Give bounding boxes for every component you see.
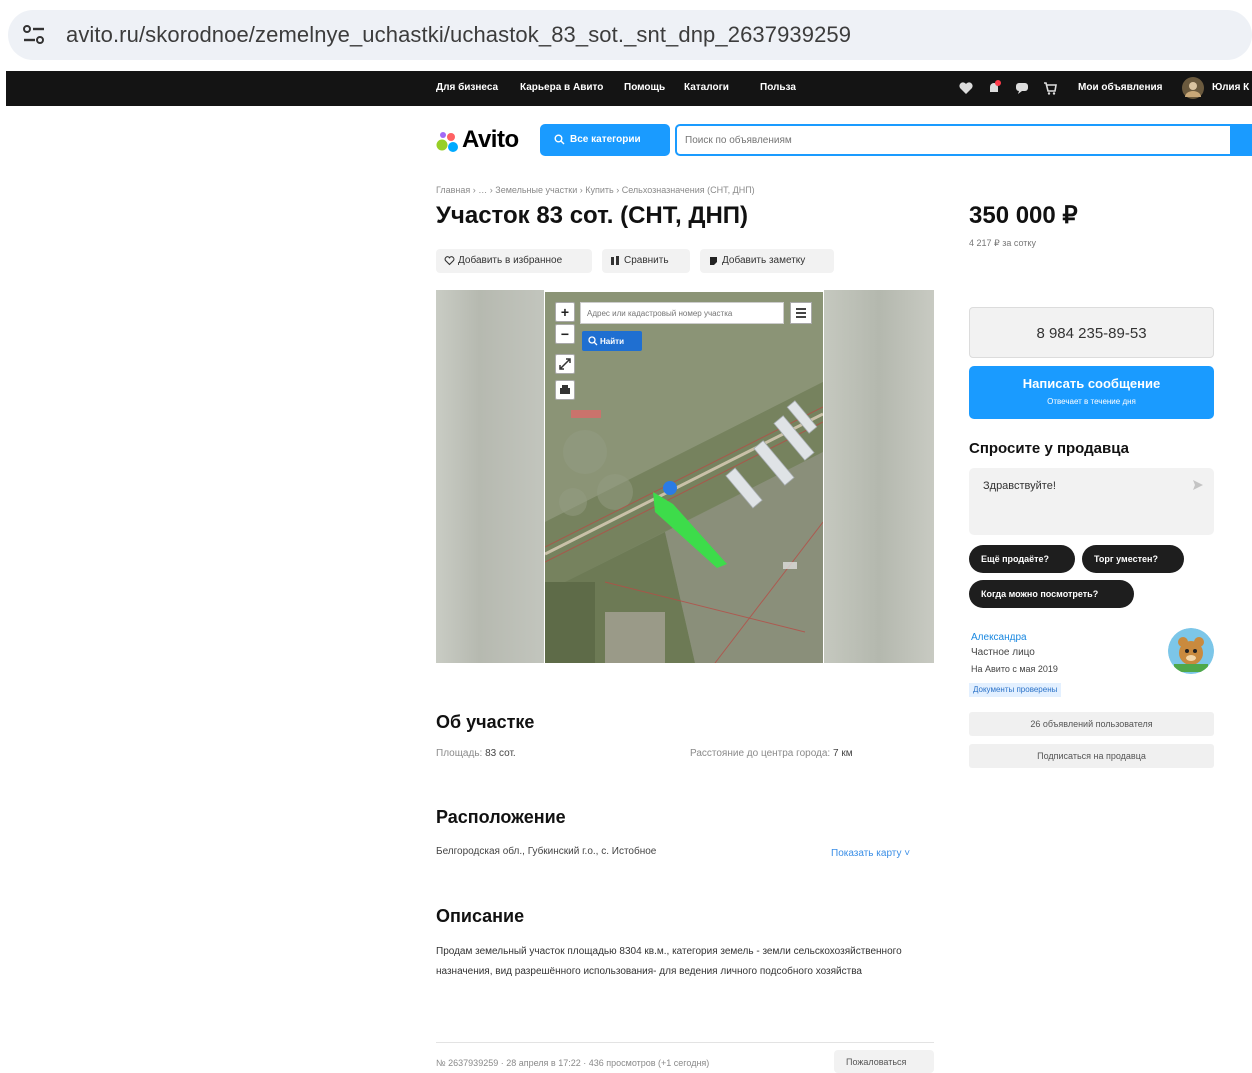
my-ads-link[interactable]: Мои объявления [1078, 82, 1162, 93]
map-zoom-in-button[interactable]: + [555, 302, 575, 322]
gallery-prev-image[interactable] [436, 290, 544, 663]
distance-row: Расстояние до центра города: 7 км [690, 748, 853, 759]
price: 350 000 ₽ [969, 202, 1078, 229]
subscribe-seller-button[interactable]: Подписаться на продавца [969, 744, 1214, 768]
nav-link-careers[interactable]: Карьера в Авито [520, 82, 603, 93]
user-avatar[interactable] [1182, 77, 1204, 99]
print-icon[interactable] [555, 380, 575, 400]
bell-icon[interactable] [986, 80, 1002, 96]
compare-icon [611, 256, 619, 265]
chat-icon[interactable] [1014, 80, 1030, 96]
area-value: 83 сот. [485, 748, 516, 759]
show-phone-button[interactable]: 8 984 235-89-53 [969, 307, 1214, 358]
map-find-button[interactable]: Найти [582, 331, 642, 351]
ad-meta: № 2637939259 · 28 апреля в 17:22 · 436 п… [436, 1058, 710, 1068]
fullscreen-icon[interactable] [555, 354, 575, 374]
description-text: Продам земельный участок площадью 8304 к… [436, 946, 902, 977]
price-per-area: 4 217 ₽ за сотку [969, 238, 1036, 248]
ask-seller-input[interactable]: Здравствуйте! [969, 468, 1214, 535]
write-message-label: Написать сообщение [1022, 376, 1161, 391]
breadcrumb[interactable]: Главная › … › Земельные участки › Купить… [436, 185, 755, 195]
page-title: Участок 83 сот. (СНТ, ДНП) [436, 202, 749, 229]
documents-verified-badge: Документы проверены [969, 683, 1062, 697]
search-submit-button[interactable] [1230, 124, 1252, 156]
seller-ads-label: 26 объявлений пользователя [1030, 719, 1153, 729]
chip-bargain-label: Торг уместен? [1094, 554, 1158, 564]
chip-when-view-label: Когда можно посмотреть? [981, 589, 1099, 599]
search-icon [554, 134, 565, 145]
chip-bargain[interactable]: Торг уместен? [1082, 545, 1184, 573]
location-heading: Расположение [436, 807, 566, 827]
compare-label: Сравнить [624, 255, 669, 266]
about-heading: Об участке [436, 712, 535, 732]
description-heading: Описание [436, 906, 525, 926]
add-to-favorites-button[interactable]: Добавить в избранное [436, 249, 592, 273]
show-map-link[interactable]: Показать карту ˅ [831, 848, 910, 859]
subscribe-seller-label: Подписаться на продавца [1037, 751, 1146, 761]
chip-still-selling-label: Ещё продаёте? [981, 554, 1050, 564]
cadastral-map[interactable]: + − Найти [545, 292, 823, 663]
add-to-favorites-label: Добавить в избранное [458, 255, 563, 266]
phone-number: 8 984 235-89-53 [1036, 325, 1147, 342]
seller-type: Частное лицо [971, 647, 1035, 658]
map-menu-icon[interactable] [790, 302, 812, 324]
logo-wordmark: Avito [462, 126, 519, 153]
area-label: Площадь: [436, 748, 483, 759]
nav-link-benefit[interactable]: Польза [760, 82, 796, 93]
top-navigation: Для бизнеса Карьера в Авито Помощь Катал… [6, 71, 1252, 106]
all-categories-label: Все категории [570, 134, 641, 145]
tune-icon[interactable] [22, 24, 46, 46]
ask-seller-text: Здравствуйте! [983, 480, 1056, 492]
seller-name[interactable]: Александра [971, 632, 1027, 643]
nav-link-catalogs[interactable]: Каталоги [684, 82, 729, 93]
address-text: Белгородская обл., Губкинский г.о., с. И… [436, 846, 657, 857]
search-icon [588, 336, 598, 346]
map-find-label: Найти [600, 337, 624, 346]
seller-since: На Авито с мая 2019 [971, 664, 1058, 674]
distance-value: 7 км [833, 748, 853, 759]
add-note-button[interactable]: Добавить заметку [700, 249, 834, 273]
url-text[interactable]: avito.ru/skorodnoe/zemelnye_uchastki/uch… [66, 22, 851, 48]
logo-dots-icon [436, 132, 458, 152]
heart-icon[interactable] [958, 80, 974, 96]
nav-link-business[interactable]: Для бизнеса [436, 82, 498, 93]
map-zoom-out-button[interactable]: − [555, 324, 575, 344]
seller-ads-button[interactable]: 26 объявлений пользователя [969, 712, 1214, 736]
footer-divider [436, 1042, 934, 1043]
compare-button[interactable]: Сравнить [602, 249, 690, 273]
search-input[interactable] [675, 124, 1252, 156]
ask-seller-heading: Спросите у продавца [969, 440, 1129, 457]
heart-outline-icon [444, 256, 455, 266]
chip-when-view[interactable]: Когда можно посмотреть? [969, 580, 1134, 608]
nav-link-help[interactable]: Помощь [624, 82, 665, 93]
map-search-input[interactable] [580, 302, 784, 324]
write-message-button[interactable]: Написать сообщение Отвечает в течение дн… [969, 366, 1214, 419]
complain-button[interactable]: Пожаловаться [834, 1050, 934, 1073]
complain-label: Пожаловаться [846, 1057, 907, 1067]
browser-address-bar: avito.ru/skorodnoe/zemelnye_uchastki/uch… [0, 0, 1252, 70]
seller-avatar[interactable] [1168, 628, 1214, 674]
add-note-label: Добавить заметку [722, 255, 806, 266]
response-time: Отвечает в течение дня [1047, 397, 1136, 406]
all-categories-button[interactable]: Все категории [540, 124, 670, 156]
distance-label: Расстояние до центра города: [690, 748, 831, 759]
gallery-next-image[interactable] [824, 290, 934, 663]
user-name[interactable]: Юлия К [1212, 82, 1249, 93]
send-icon[interactable] [1192, 479, 1204, 491]
cart-icon[interactable] [1042, 80, 1058, 96]
chip-still-selling[interactable]: Ещё продаёте? [969, 545, 1075, 573]
note-icon [710, 257, 717, 265]
area-row: Площадь: 83 сот. [436, 748, 516, 759]
